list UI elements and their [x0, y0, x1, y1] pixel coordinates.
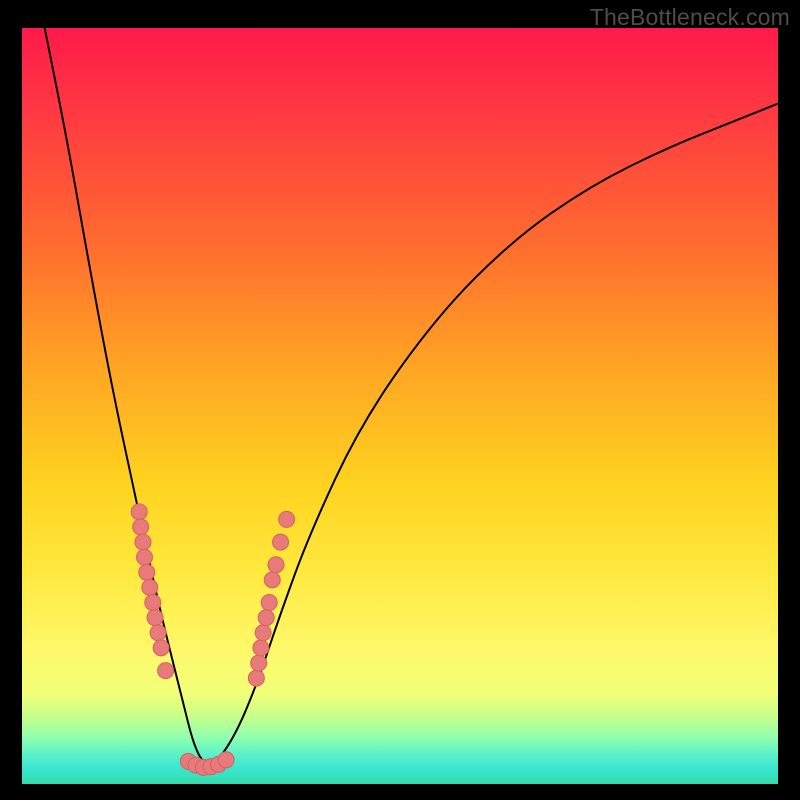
attribution-text: TheBottleneck.com [590, 4, 790, 31]
data-dot [150, 625, 166, 641]
data-dot [251, 655, 267, 671]
data-dot [133, 519, 149, 535]
data-dot [145, 595, 161, 611]
data-dot [218, 752, 234, 768]
chart-frame: TheBottleneck.com [0, 0, 800, 800]
data-dots [131, 504, 294, 776]
data-dot [258, 610, 274, 626]
chart-svg [22, 28, 778, 784]
plot-area [22, 28, 778, 784]
data-dot [136, 549, 152, 565]
data-dot [147, 610, 163, 626]
data-dot [248, 670, 264, 686]
data-dot [268, 557, 284, 573]
data-dot [261, 595, 277, 611]
data-dot [273, 534, 289, 550]
data-dot [279, 511, 295, 527]
data-dot [135, 534, 151, 550]
data-dot [142, 579, 158, 595]
data-dot [139, 564, 155, 580]
data-dot [131, 504, 147, 520]
data-dot [264, 572, 280, 588]
data-dot [255, 625, 271, 641]
data-dot [158, 663, 174, 679]
data-dot [153, 640, 169, 656]
data-dot [253, 640, 269, 656]
